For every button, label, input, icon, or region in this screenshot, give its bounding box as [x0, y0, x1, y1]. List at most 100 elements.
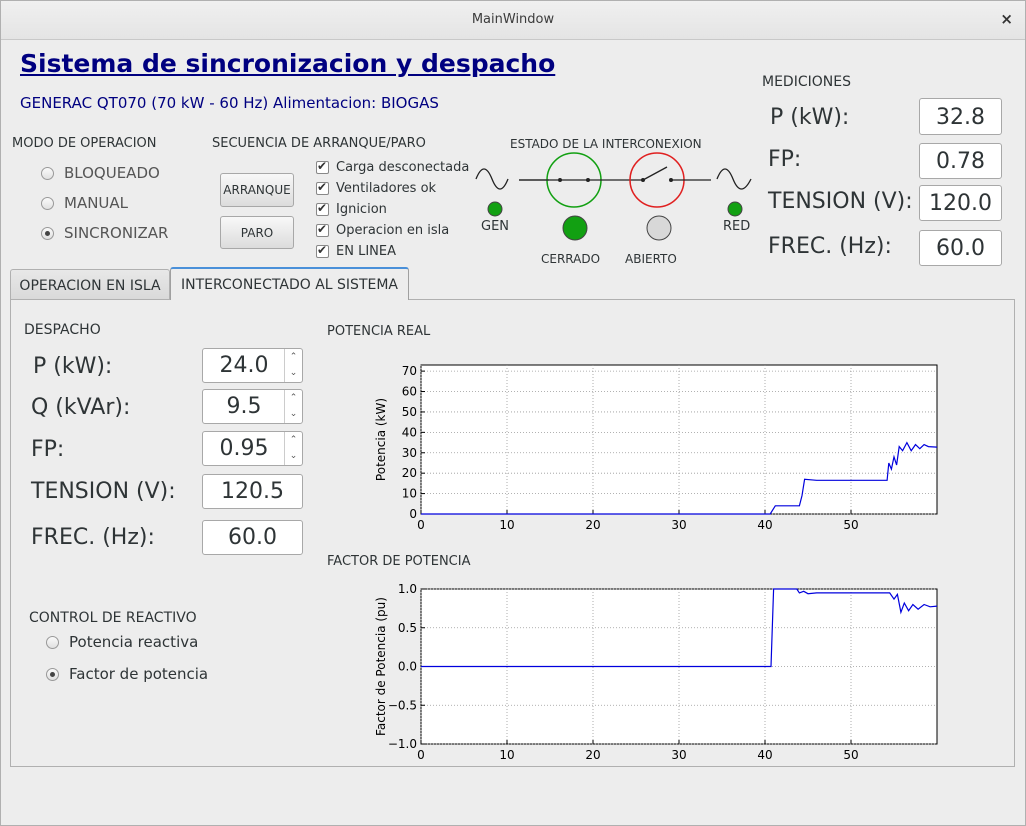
chevron-up-icon[interactable]: ⌃	[285, 390, 302, 406]
generator-subtitle: GENERAC QT070 (70 kW - 60 Hz) Alimentaci…	[20, 94, 439, 112]
x-tick-label: 10	[499, 518, 514, 530]
spin-value[interactable]: 0.95	[203, 432, 285, 465]
check-ventiladores[interactable]: Ventiladores ok	[316, 178, 469, 199]
checklist: Carga desconectada Ventiladores ok Ignic…	[316, 157, 469, 262]
meas-fp-value: 0.78	[919, 143, 1002, 179]
title-bar[interactable]: MainWindow ×	[1, 1, 1025, 40]
radio-factor-potencia[interactable]: Factor de potencia	[46, 665, 208, 683]
x-tick-label: 50	[843, 748, 858, 762]
cerrado-label: CERRADO	[541, 252, 601, 266]
despacho-label: DESPACHO	[24, 322, 101, 338]
checkbox[interactable]	[316, 159, 329, 174]
y-tick-label: −0.5	[388, 698, 417, 712]
chart-potencia-real: 0 10 20 30 40 50 0 10 20 30 40 50 60 70 Potencia (kW)	[374, 364, 938, 530]
meas-v-label: TENSION (V):	[768, 189, 913, 214]
y-tick-label: 0.0	[398, 660, 417, 674]
chevron-up-icon[interactable]: ⌃	[285, 432, 302, 448]
checkbox[interactable]	[316, 180, 329, 195]
abierto-led-icon	[646, 215, 672, 241]
despacho-q-spinbox[interactable]: 9.5 ⌃ ⌄	[202, 389, 303, 424]
meas-v-value: 120.0	[919, 185, 1002, 221]
open-switch-icon	[642, 166, 668, 181]
x-tick-label: 0	[417, 748, 425, 762]
y-tick-label: 60	[402, 385, 417, 399]
tab-operacion-isla[interactable]: OPERACION EN ISLA	[10, 269, 170, 301]
chart-1-title: POTENCIA REAL	[327, 324, 431, 339]
despacho-v-field[interactable]: 120.5	[202, 474, 303, 509]
despacho-p-spinbox[interactable]: 24.0 ⌃ ⌄	[202, 348, 303, 383]
red-label: RED	[723, 219, 751, 234]
check-label: Ventiladores ok	[336, 181, 437, 196]
despacho-f-label: FREC. (Hz):	[31, 525, 155, 550]
mediciones-label: MEDICIONES	[762, 74, 851, 90]
despacho-p-label: P (kW):	[33, 354, 113, 379]
radio-indicator[interactable]	[41, 166, 54, 180]
y-axis-label: Potencia (kW)	[374, 398, 388, 481]
y-tick-label: 20	[402, 466, 417, 480]
radio-label: MANUAL	[64, 194, 129, 212]
abierto-label: ABIERTO	[625, 252, 677, 266]
y-tick-label: 10	[402, 487, 417, 501]
reactivo-label: CONTROL DE REACTIVO	[29, 610, 197, 626]
cerrado-led-icon	[562, 215, 588, 241]
y-tick-label: 70	[402, 364, 417, 378]
check-carga[interactable]: Carga desconectada	[316, 157, 469, 178]
meas-fp-label: FP:	[768, 147, 802, 172]
y-tick-label: 0.5	[398, 621, 417, 635]
despacho-fp-label: FP:	[31, 437, 65, 462]
interconnection-diagram	[475, 152, 752, 241]
checkbox[interactable]	[316, 201, 329, 216]
y-axis-label: Factor de Potencia (pu)	[374, 597, 388, 736]
y-tick-label: 1.0	[398, 582, 417, 596]
radio-bloqueado[interactable]: BLOQUEADO	[41, 164, 160, 182]
despacho-v-label: TENSION (V):	[31, 479, 176, 504]
y-tick-label: 50	[402, 405, 417, 419]
modo-label: MODO DE OPERACION	[12, 136, 157, 151]
meas-f-value: 60.0	[919, 230, 1002, 266]
x-tick-label: 20	[585, 748, 600, 762]
radio-indicator[interactable]	[46, 667, 59, 681]
despacho-q-label: Q (kVAr):	[31, 395, 131, 420]
chart-factor-potencia: 0 10 20 30 40 50 1.0 0.5 0.0 −0.5 −1.0Factor de Po…	[374, 582, 938, 762]
checkbox[interactable]	[316, 222, 329, 237]
chevron-up-icon[interactable]: ⌃	[285, 349, 302, 365]
gen-sine-icon	[475, 168, 509, 190]
radio-indicator[interactable]	[41, 226, 54, 240]
despacho-fp-spinbox[interactable]: 0.95 ⌃ ⌄	[202, 431, 303, 466]
checkbox[interactable]	[316, 243, 329, 258]
radio-indicator[interactable]	[46, 635, 59, 649]
spin-value[interactable]: 24.0	[203, 349, 285, 382]
red-sine-icon	[716, 168, 752, 190]
chevron-down-icon[interactable]: ⌄	[285, 365, 302, 381]
spin-value[interactable]: 9.5	[203, 390, 285, 423]
gen-label: GEN	[481, 219, 510, 234]
x-tick-label: 40	[757, 748, 772, 762]
check-ignicion[interactable]: Ignicion	[316, 199, 469, 220]
check-isla[interactable]: Operacion en isla	[316, 220, 469, 241]
meas-f-label: FREC. (Hz):	[768, 234, 892, 259]
gen-led-icon	[487, 201, 503, 217]
despacho-f-field[interactable]: 60.0	[202, 520, 303, 555]
chart-2-title: FACTOR DE POTENCIA	[327, 554, 471, 569]
arranque-button[interactable]: ARRANQUE	[220, 173, 294, 207]
meas-p-value: 32.8	[919, 98, 1002, 135]
chevron-down-icon[interactable]: ⌄	[285, 448, 302, 464]
page-title: Sistema de sincronizacion y despacho	[20, 49, 556, 78]
tab-interconectado[interactable]: INTERCONECTADO AL SISTEMA	[170, 267, 409, 300]
x-tick-label: 0	[417, 518, 425, 530]
close-icon[interactable]: ×	[1000, 10, 1013, 28]
radio-label: Factor de potencia	[69, 665, 209, 683]
paro-button[interactable]: PARO	[220, 216, 294, 249]
radio-sincronizar[interactable]: SINCRONIZAR	[41, 224, 168, 242]
check-en-linea[interactable]: EN LINEA	[316, 241, 469, 262]
x-tick-label: 50	[843, 518, 858, 530]
check-label: Ignicion	[336, 202, 387, 217]
check-label: EN LINEA	[336, 244, 396, 259]
y-tick-label: −1.0	[388, 737, 417, 751]
radio-potencia-reactiva[interactable]: Potencia reactiva	[46, 633, 198, 651]
radio-indicator[interactable]	[41, 196, 54, 210]
x-tick-label: 20	[585, 518, 600, 530]
x-tick-label: 30	[671, 518, 686, 530]
radio-manual[interactable]: MANUAL	[41, 194, 128, 212]
chevron-down-icon[interactable]: ⌄	[285, 406, 302, 422]
